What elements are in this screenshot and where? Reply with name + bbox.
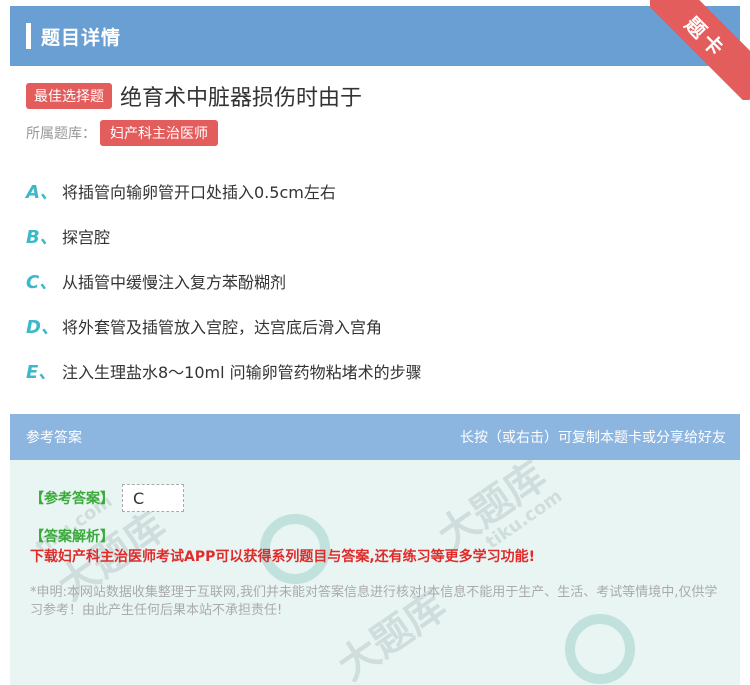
answer-body: 【参考答案】 C 【答案解析】 bbox=[10, 460, 740, 546]
option-d[interactable]: D、 将外套管及插管放入宫腔，达宫底后滑入宫角 bbox=[26, 303, 740, 348]
answer-bar: 参考答案 长按（或右击）可复制本题卡或分享给好友 bbox=[10, 414, 740, 460]
option-text: 注入生理盐水8～10ml 问输卵管药物粘堵术的步骤 bbox=[62, 362, 422, 382]
question-bank-row: 所属题库： 妇产科主治医师 bbox=[10, 112, 740, 146]
page-title: 题目详情 bbox=[41, 26, 122, 49]
option-text: 将插管向输卵管开口处插入0.5cm左右 bbox=[62, 182, 336, 202]
option-letter: B、 bbox=[26, 226, 58, 248]
answer-row: 【参考答案】 C bbox=[30, 484, 740, 512]
option-b[interactable]: B、 探宫腔 bbox=[26, 213, 740, 258]
ribbon-label: 题卡 bbox=[650, 0, 750, 100]
watermark-logo-icon bbox=[565, 614, 635, 684]
option-letter: D、 bbox=[26, 316, 59, 338]
bank-name-badge[interactable]: 妇产科主治医师 bbox=[100, 120, 218, 146]
option-letter: A、 bbox=[26, 181, 58, 203]
option-c[interactable]: C、 从插管中缓慢注入复方苯酚糊剂 bbox=[26, 258, 740, 303]
option-letter: C、 bbox=[26, 271, 58, 293]
question-title-row: 最佳选择题 绝育术中脏器损伤时由于 bbox=[10, 66, 740, 112]
answer-section: 参考答案 长按（或右击）可复制本题卡或分享给好友 大题库 tiku.com 大题… bbox=[10, 414, 740, 685]
answer-value: C bbox=[122, 484, 184, 512]
app-promo-link[interactable]: 下载妇产科主治医师考试APP可以获得系列题目与答案,还有练习等更多学习功能! bbox=[30, 546, 535, 566]
answer-bar-title: 参考答案 bbox=[26, 430, 82, 446]
share-hint: 长按（或右击）可复制本题卡或分享给好友 bbox=[460, 430, 726, 446]
option-text: 从插管中缓慢注入复方苯酚糊剂 bbox=[62, 272, 287, 292]
question-title: 绝育术中脏器损伤时由于 bbox=[120, 86, 363, 111]
option-a[interactable]: A、 将插管向输卵管开口处插入0.5cm左右 bbox=[26, 168, 740, 213]
option-e[interactable]: E、 注入生理盐水8～10ml 问输卵管药物粘堵术的步骤 bbox=[26, 348, 740, 393]
option-letter: E、 bbox=[26, 361, 57, 383]
analysis-row: 【答案解析】 bbox=[30, 526, 740, 546]
question-card: 题目详情 最佳选择题 绝育术中脏器损伤时由于 所属题库： 妇产科主治医师 A、 … bbox=[10, 6, 740, 393]
analysis-label: 【答案解析】 bbox=[30, 529, 114, 545]
bank-label: 所属题库： bbox=[26, 126, 96, 142]
disclaimer-text: *申明:本网站数据收集整理于互联网,我们并未能对答案信息进行核对!本信息不能用于… bbox=[30, 585, 718, 618]
ribbon-corner: 题卡 bbox=[650, 0, 750, 100]
answer-label: 【参考答案】 bbox=[30, 491, 114, 507]
question-type-badge: 最佳选择题 bbox=[26, 83, 112, 109]
header: 题目详情 bbox=[10, 6, 740, 66]
header-accent-bar bbox=[26, 23, 31, 49]
option-text: 将外套管及插管放入宫腔，达宫底后滑入宫角 bbox=[62, 317, 383, 337]
option-text: 探宫腔 bbox=[62, 227, 111, 247]
options-list: A、 将插管向输卵管开口处插入0.5cm左右 B、 探宫腔 C、 从插管中缓慢注… bbox=[10, 146, 740, 393]
